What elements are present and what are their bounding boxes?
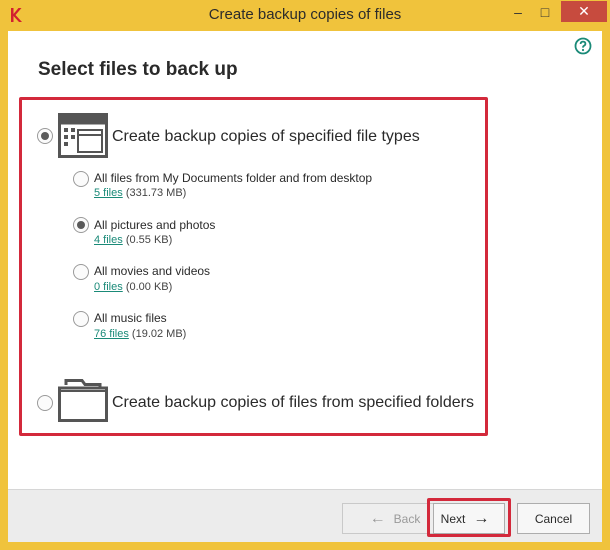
option-detail-documents: 5 files (331.73 MB)	[94, 187, 186, 199]
folder-icon	[58, 379, 108, 422]
option-radio-movies[interactable]	[73, 264, 89, 280]
cancel-button[interactable]: Cancel	[517, 503, 590, 534]
file-types-icon	[58, 113, 108, 158]
close-button[interactable]: ✕	[561, 1, 607, 22]
option-label-music[interactable]: All music files	[94, 311, 167, 325]
page-title: Select files to back up	[38, 59, 238, 80]
back-button[interactable]: ← Back	[342, 503, 440, 534]
option-radio-pictures[interactable]	[73, 217, 89, 233]
files-link-pictures[interactable]: 4 files	[94, 234, 123, 246]
next-button[interactable]: Next →	[433, 503, 505, 534]
option-detail-movies: 0 files (0.00 KB)	[94, 281, 172, 293]
files-link-documents[interactable]: 5 files	[94, 187, 123, 199]
files-size-pictures: (0.55 KB)	[125, 234, 173, 246]
option-label-documents[interactable]: All files from My Documents folder and f…	[94, 171, 372, 185]
maximize-button[interactable]: □	[532, 1, 558, 23]
next-button-label: Next	[440, 511, 466, 526]
files-size-movies: (0.00 KB)	[125, 281, 173, 293]
files-link-movies[interactable]: 0 files	[94, 281, 123, 293]
option-radio-music[interactable]	[73, 311, 89, 327]
file-types-label[interactable]: Create backup copies of specified file t…	[112, 128, 420, 146]
folders-radio[interactable]	[37, 395, 53, 411]
files-link-music[interactable]: 76 files	[94, 328, 129, 340]
option-label-movies[interactable]: All movies and videos	[94, 264, 210, 278]
minimize-button[interactable]: –	[505, 1, 531, 23]
back-arrow-icon: ←	[369, 509, 386, 527]
file-types-radio[interactable]	[37, 128, 53, 144]
next-arrow-icon: →	[473, 509, 490, 527]
folders-label[interactable]: Create backup copies of files from speci…	[112, 394, 474, 412]
wizard-content: Select files to back up Create backup co…	[8, 31, 602, 542]
back-button-label: Back	[393, 511, 421, 526]
title-bar[interactable]: Create backup copies of files – □ ✕	[0, 0, 610, 31]
files-size-documents: (331.73 MB)	[125, 187, 187, 199]
option-radio-documents[interactable]	[73, 171, 89, 187]
option-detail-pictures: 4 files (0.55 KB)	[94, 234, 172, 246]
option-detail-music: 76 files (19.02 MB)	[94, 328, 186, 340]
question-circle-icon[interactable]	[574, 37, 592, 55]
option-label-pictures[interactable]: All pictures and photos	[94, 218, 215, 232]
files-size-music: (19.02 MB)	[131, 328, 187, 340]
wizard-footer: ← Back Next → Cancel	[8, 489, 602, 542]
backup-wizard-window: Create backup copies of files – □ ✕ Sele…	[0, 0, 610, 550]
